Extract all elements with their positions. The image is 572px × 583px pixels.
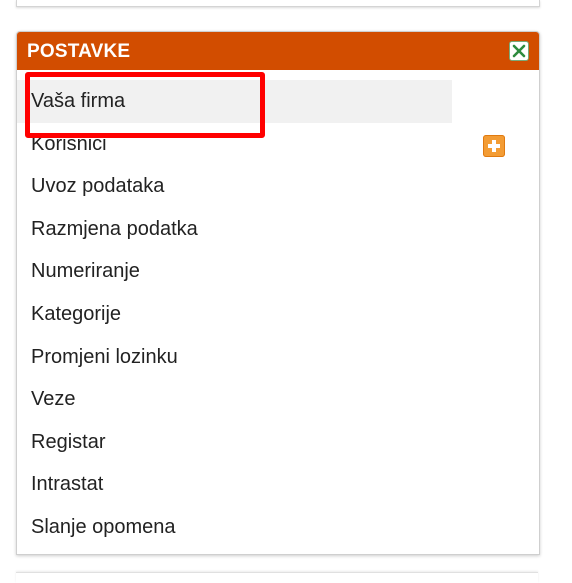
menu-item-kategorije[interactable]: Kategorije	[17, 293, 437, 336]
close-icon	[512, 44, 526, 58]
plus-icon	[488, 140, 500, 152]
menu-item-promjeni-lozinku[interactable]: Promjeni lozinku	[17, 336, 437, 379]
close-button[interactable]	[509, 41, 529, 61]
menu-item-registar[interactable]: Registar	[17, 421, 437, 464]
previous-panel-fragment	[16, 0, 540, 7]
menu-item-intrastat[interactable]: Intrastat	[17, 463, 437, 506]
menu-item-uvoz-podataka[interactable]: Uvoz podataka	[17, 165, 437, 208]
menu-item-veze[interactable]: Veze	[17, 378, 437, 421]
settings-menu: Vaša firma Korisnici Uvoz podataka Razmj…	[17, 80, 539, 549]
menu-item-razmjena-podatka[interactable]: Razmjena podatka	[17, 208, 437, 251]
settings-panel: POSTAVKE Vaša firma Korisnici Uvoz podat…	[16, 31, 540, 555]
menu-item-korisnici[interactable]: Korisnici	[17, 123, 437, 166]
menu-item-numeriranje[interactable]: Numeriranje	[17, 250, 437, 293]
menu-item-vasa-firma[interactable]: Vaša firma	[17, 80, 452, 123]
add-user-button[interactable]	[483, 135, 505, 157]
panel-title: POSTAVKE	[27, 41, 131, 62]
menu-item-slanje-opomena[interactable]: Slanje opomena	[17, 506, 437, 549]
panel-header: POSTAVKE	[17, 32, 539, 70]
